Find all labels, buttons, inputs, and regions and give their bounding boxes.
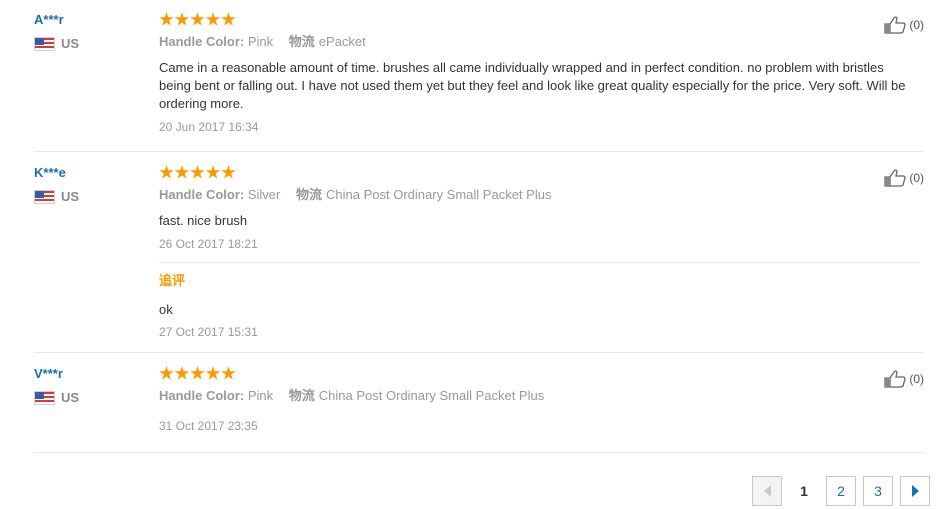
- helpful-count: (0): [909, 171, 924, 185]
- star-icon: [221, 366, 236, 380]
- reviewer-country: US: [34, 36, 154, 51]
- star-icon: [190, 12, 205, 26]
- country-code: US: [61, 36, 80, 51]
- triangle-right-icon: [911, 485, 919, 497]
- review-content: Handle Color: Silver 物流 China Post Ordina…: [159, 165, 919, 340]
- review-item: V***r US Handle Color: Pink 物流 China Post…: [34, 366, 924, 453]
- reviewer-info: K***e US: [34, 165, 154, 204]
- followup-review: 追评 ok 27 Oct 2017 15:31: [159, 262, 919, 340]
- star-icon: [205, 165, 221, 179]
- star-icon: [205, 12, 221, 26]
- shipping-label: 物流: [296, 187, 323, 202]
- country-code: US: [61, 189, 80, 204]
- attr-label: Handle Color:: [159, 34, 245, 49]
- order-info: Handle Color: Pink 物流 China Post Ordinary…: [159, 388, 919, 404]
- star-icon: [190, 366, 205, 380]
- helpful-button[interactable]: (0): [884, 16, 924, 34]
- attr-value: Pink: [247, 388, 274, 403]
- review-date: 20 Jun 2017 16:34: [159, 120, 259, 134]
- star-icon: [174, 165, 190, 179]
- attr-value: Silver: [247, 187, 281, 202]
- attr-label: Handle Color:: [159, 187, 245, 202]
- shipping-value: ePacket: [318, 34, 366, 49]
- country-code: US: [61, 390, 80, 405]
- next-page-button[interactable]: [900, 476, 930, 506]
- reviewer-name: V***r: [34, 366, 63, 381]
- reviewer-country: US: [34, 390, 154, 405]
- followup-text: ok: [159, 302, 173, 317]
- attr-value: Pink: [247, 34, 274, 49]
- us-flag-icon: [34, 390, 55, 405]
- thumbs-up-icon: [884, 370, 906, 388]
- page-1-current: 1: [789, 476, 819, 506]
- followup-date: 27 Oct 2017 15:31: [159, 325, 258, 339]
- review-date: 26 Oct 2017 18:21: [159, 237, 258, 251]
- review-text: fast. nice brush: [159, 213, 248, 228]
- star-icon: [205, 366, 221, 380]
- order-info: Handle Color: Pink 物流 ePacket: [159, 34, 919, 50]
- shipping-label: 物流: [288, 34, 315, 49]
- helpful-button[interactable]: (0): [884, 169, 924, 187]
- helpful-count: (0): [909, 18, 924, 32]
- star-icon: [159, 366, 174, 380]
- order-info: Handle Color: Silver 物流 China Post Ordina…: [159, 187, 919, 203]
- thumbs-up-icon: [884, 169, 906, 187]
- star-rating: [159, 12, 919, 28]
- star-icon: [174, 12, 190, 26]
- review-date: 31 Oct 2017 23:35: [159, 419, 258, 433]
- star-rating: [159, 165, 919, 181]
- review-content: Handle Color: Pink 物流 China Post Ordinary…: [159, 366, 919, 434]
- star-icon: [221, 165, 236, 179]
- triangle-left-icon: [763, 485, 771, 497]
- star-icon: [174, 366, 190, 380]
- shipping-value: China Post Ordinary Small Packet Plus: [326, 187, 552, 202]
- helpful-button[interactable]: (0): [884, 370, 924, 388]
- review-item: A***r US Handle Color: Pink 物流 ePacket Ca…: [34, 12, 924, 152]
- thumbs-up-icon: [884, 16, 906, 34]
- attr-label: Handle Color:: [159, 388, 245, 403]
- star-icon: [159, 165, 174, 179]
- us-flag-icon: [34, 36, 55, 51]
- reviewer-info: V***r US: [34, 366, 154, 405]
- reviewer-name: A***r: [34, 12, 64, 27]
- prev-page-button[interactable]: [752, 476, 782, 506]
- reviewer-country: US: [34, 189, 154, 204]
- shipping-label: 物流: [288, 388, 315, 403]
- review-text: Came in a reasonable amount of time. bru…: [159, 60, 906, 111]
- star-rating: [159, 366, 919, 382]
- reviewer-info: A***r US: [34, 12, 154, 51]
- star-icon: [159, 12, 174, 26]
- review-content: Handle Color: Pink 物流 ePacket Came in a r…: [159, 12, 919, 135]
- helpful-count: (0): [909, 372, 924, 386]
- followup-label: 追评: [159, 273, 186, 288]
- star-icon: [190, 165, 205, 179]
- page-2-link[interactable]: 2: [826, 476, 856, 506]
- review-item: K***e US Handle Color: Silver 物流 China Po…: [34, 165, 924, 353]
- page-3-link[interactable]: 3: [863, 476, 893, 506]
- shipping-value: China Post Ordinary Small Packet Plus: [318, 388, 545, 403]
- pagination: 1 2 3: [752, 476, 930, 506]
- star-icon: [221, 12, 236, 26]
- reviewer-name: K***e: [34, 165, 66, 180]
- us-flag-icon: [34, 189, 55, 204]
